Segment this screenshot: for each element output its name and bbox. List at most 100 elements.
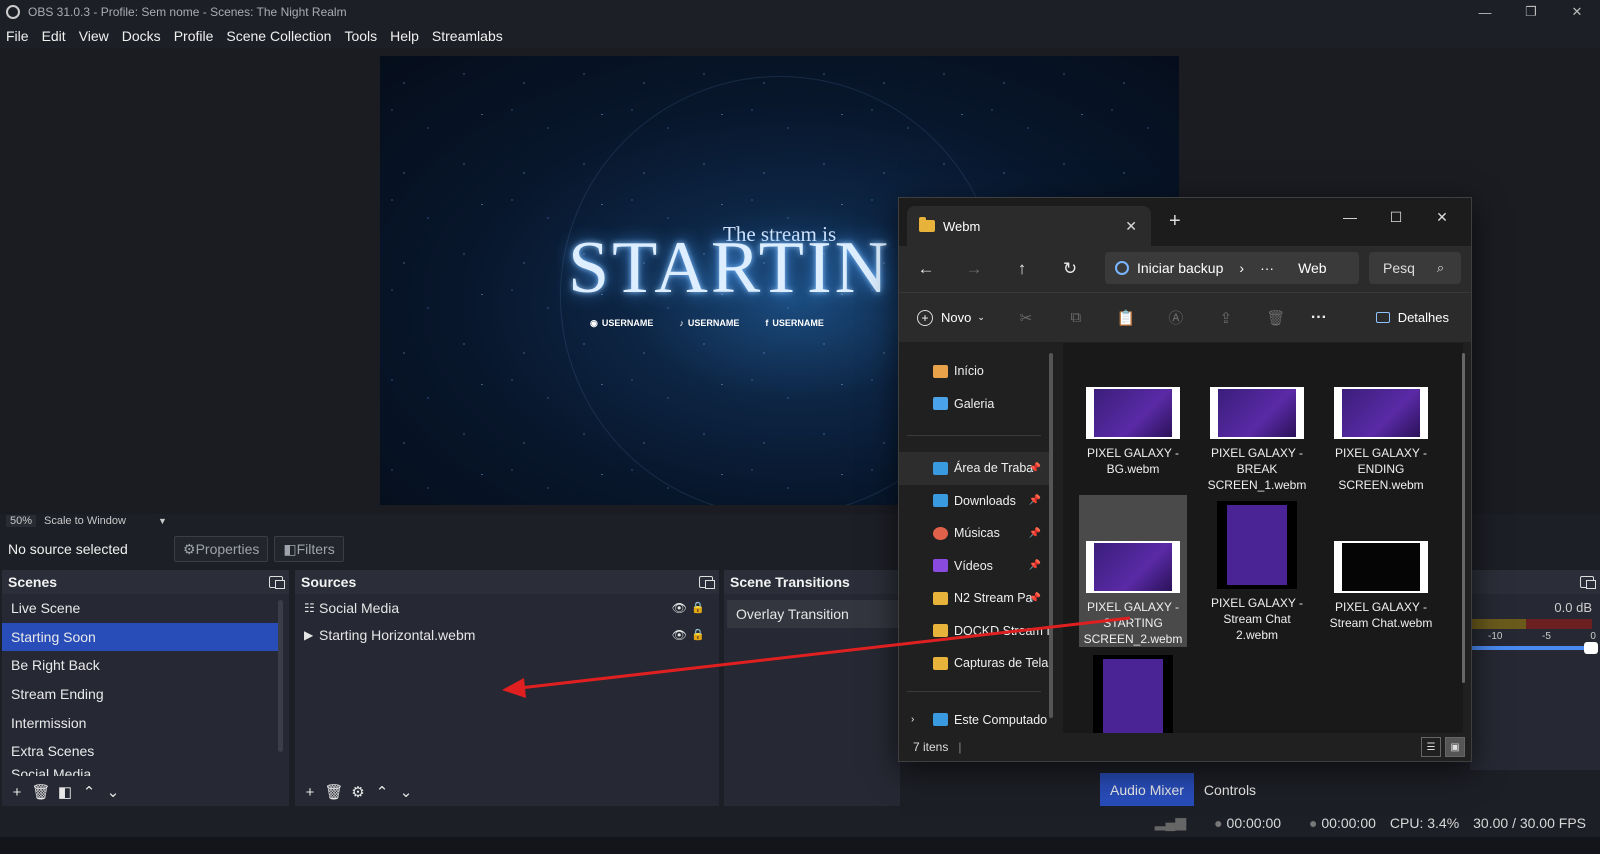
- share-icon[interactable]: ⇪: [1201, 309, 1251, 327]
- explorer-close-button[interactable]: ✕: [1419, 204, 1465, 230]
- nav-item-downloads[interactable]: Downloads 📌: [899, 485, 1049, 518]
- chevron-up-icon[interactable]: ⌃: [373, 783, 391, 801]
- scene-item[interactable]: Live Scene: [2, 594, 278, 623]
- back-arrow-icon[interactable]: ←: [905, 259, 947, 279]
- breadcrumb-ellipsis[interactable]: ···: [1260, 260, 1274, 276]
- scene-item-selected[interactable]: Starting Soon: [2, 622, 278, 652]
- details-view-icon[interactable]: ☰: [1421, 737, 1441, 757]
- undock-icon[interactable]: [1580, 576, 1596, 589]
- undock-icon[interactable]: [699, 576, 715, 589]
- new-tab-button[interactable]: +: [1169, 210, 1181, 233]
- properties-button[interactable]: ⚙ Properties: [174, 536, 269, 562]
- copy-icon[interactable]: ⧉: [1051, 309, 1101, 326]
- thumbnail-view-icon[interactable]: ▣: [1445, 737, 1465, 757]
- menu-view[interactable]: View: [79, 28, 109, 44]
- eye-icon[interactable]: 👁: [672, 628, 687, 642]
- file-tile[interactable]: PIXEL GALAXY - Stream Chat 2.webm: [1203, 501, 1311, 643]
- add-icon[interactable]: +: [8, 783, 26, 801]
- nav-item-folder[interactable]: N2 Stream Pa 📌: [899, 582, 1049, 615]
- breadcrumb-root[interactable]: Iniciar backup: [1137, 260, 1223, 276]
- menu-edit[interactable]: Edit: [42, 28, 66, 44]
- undock-icon[interactable]: [269, 576, 285, 589]
- trash-icon[interactable]: 🗑: [324, 783, 343, 801]
- nav-item-folder[interactable]: DOCKD Stream I: [899, 615, 1049, 648]
- file-tile[interactable]: PIXEL GALAXY - ENDING SCREEN.webm: [1327, 387, 1435, 493]
- chevron-up-icon[interactable]: ⌃: [80, 783, 98, 801]
- source-row[interactable]: ▶ Starting Horizontal.webm 👁 🔒: [295, 621, 719, 648]
- forward-arrow-icon[interactable]: →: [953, 259, 995, 279]
- meter-scale: -10 -5 0: [1470, 629, 1600, 642]
- menu-help[interactable]: Help: [390, 28, 419, 44]
- menu-tools[interactable]: Tools: [344, 28, 377, 44]
- zoom-level[interactable]: 50%: [6, 515, 37, 527]
- nav-scrollbar[interactable]: [1049, 353, 1053, 718]
- nav-item-home[interactable]: Início: [899, 355, 1049, 388]
- tab-audio-mixer[interactable]: Audio Mixer: [1100, 773, 1194, 806]
- file-tile-selected[interactable]: PIXEL GALAXY - STARTING SCREEN_2.webm: [1079, 495, 1187, 647]
- minimize-button[interactable]: —: [1462, 0, 1508, 24]
- nav-item-desktop[interactable]: Área de Traba 📌: [899, 452, 1049, 485]
- nav-item-this-pc[interactable]: › Este Computado: [899, 704, 1049, 737]
- up-arrow-icon[interactable]: ↑: [1001, 259, 1043, 279]
- lock-icon[interactable]: 🔒: [691, 601, 705, 614]
- eye-icon[interactable]: 👁: [672, 601, 687, 615]
- transition-select[interactable]: Overlay Transition: [727, 600, 900, 628]
- breadcrumb-leaf[interactable]: Web: [1298, 260, 1327, 276]
- filters-button[interactable]: ◧ Filters: [274, 536, 344, 562]
- file-tile[interactable]: PIXEL GALAXY - Stream Chat.webm: [1327, 541, 1435, 631]
- lock-icon[interactable]: 🔒: [691, 628, 705, 641]
- address-bar[interactable]: Iniciar backup › ··· Web: [1105, 252, 1359, 284]
- volume-slider[interactable]: [1472, 642, 1598, 654]
- file-explorer-window[interactable]: Webm ✕ + — ☐ ✕ ← → ↑ ↻ Iniciar backup › …: [898, 197, 1472, 762]
- gear-icon[interactable]: ⚙: [349, 783, 367, 801]
- maximize-button[interactable]: ❐: [1508, 0, 1554, 24]
- file-tile[interactable]: PIXEL GALAXY - BG.webm: [1079, 387, 1187, 477]
- scene-item[interactable]: Social Media: [2, 766, 278, 776]
- more-options-icon[interactable]: ···: [1311, 309, 1327, 327]
- chevron-down-icon[interactable]: ⌄: [397, 783, 415, 801]
- source-label: Social Media: [319, 599, 400, 616]
- details-button[interactable]: Detalhes: [1375, 310, 1449, 325]
- file-tile[interactable]: PIXEL GALAXY - BREAK SCREEN_1.webm: [1203, 387, 1311, 493]
- trash-icon[interactable]: 🗑: [31, 783, 50, 801]
- menu-file[interactable]: File: [6, 28, 29, 44]
- refresh-icon[interactable]: ↻: [1049, 259, 1091, 279]
- details-label: Detalhes: [1397, 310, 1449, 325]
- explorer-maximize-button[interactable]: ☐: [1373, 204, 1419, 230]
- menu-profile[interactable]: Profile: [174, 28, 214, 44]
- menu-docks[interactable]: Docks: [122, 28, 161, 44]
- volume-slider-handle[interactable]: [1584, 642, 1598, 654]
- chevron-right-icon[interactable]: ›: [911, 714, 914, 725]
- scene-item[interactable]: Stream Ending: [2, 680, 278, 709]
- close-button[interactable]: ✕: [1554, 0, 1600, 24]
- add-icon[interactable]: +: [301, 783, 319, 801]
- menu-scene-collection[interactable]: Scene Collection: [226, 28, 331, 44]
- new-label: Novo: [941, 310, 972, 325]
- video-icon: [933, 559, 948, 573]
- nav-item-gallery[interactable]: Galeria: [899, 388, 1049, 421]
- content-scrollbar[interactable]: [1462, 353, 1465, 683]
- scene-item[interactable]: Extra Scenes: [2, 737, 278, 766]
- source-row[interactable]: ☷ Social Media 👁 🔒: [295, 594, 719, 621]
- new-button[interactable]: + Novo ⌄: [917, 309, 985, 326]
- explorer-tab[interactable]: Webm ✕: [907, 206, 1151, 246]
- rename-icon[interactable]: Ⓐ: [1151, 307, 1201, 328]
- nav-item-videos[interactable]: Vídeos 📌: [899, 550, 1049, 583]
- explorer-minimize-button[interactable]: —: [1327, 204, 1373, 230]
- scene-item[interactable]: Be Right Back: [2, 651, 278, 680]
- filter-icon[interactable]: ◧: [56, 783, 74, 801]
- cut-icon[interactable]: ✂: [1001, 309, 1051, 327]
- close-tab-icon[interactable]: ✕: [1125, 218, 1137, 235]
- trash-icon[interactable]: 🗑: [1251, 309, 1301, 327]
- chevron-down-icon[interactable]: ⌄: [104, 783, 122, 801]
- nav-item-folder[interactable]: Capturas de Tela: [899, 647, 1049, 680]
- paste-icon[interactable]: 📋: [1101, 309, 1151, 327]
- scale-mode[interactable]: Scale to Window: [44, 515, 126, 527]
- nav-item-music[interactable]: Músicas 📌: [899, 517, 1049, 550]
- scene-item[interactable]: Intermission: [2, 708, 278, 737]
- search-input[interactable]: Pesq ⌕: [1369, 252, 1461, 284]
- tab-controls[interactable]: Controls: [1194, 773, 1266, 806]
- menu-streamlabs[interactable]: Streamlabs: [432, 28, 503, 44]
- chevron-down-icon[interactable]: ▼: [158, 516, 167, 526]
- scenes-scrollbar[interactable]: [278, 600, 283, 752]
